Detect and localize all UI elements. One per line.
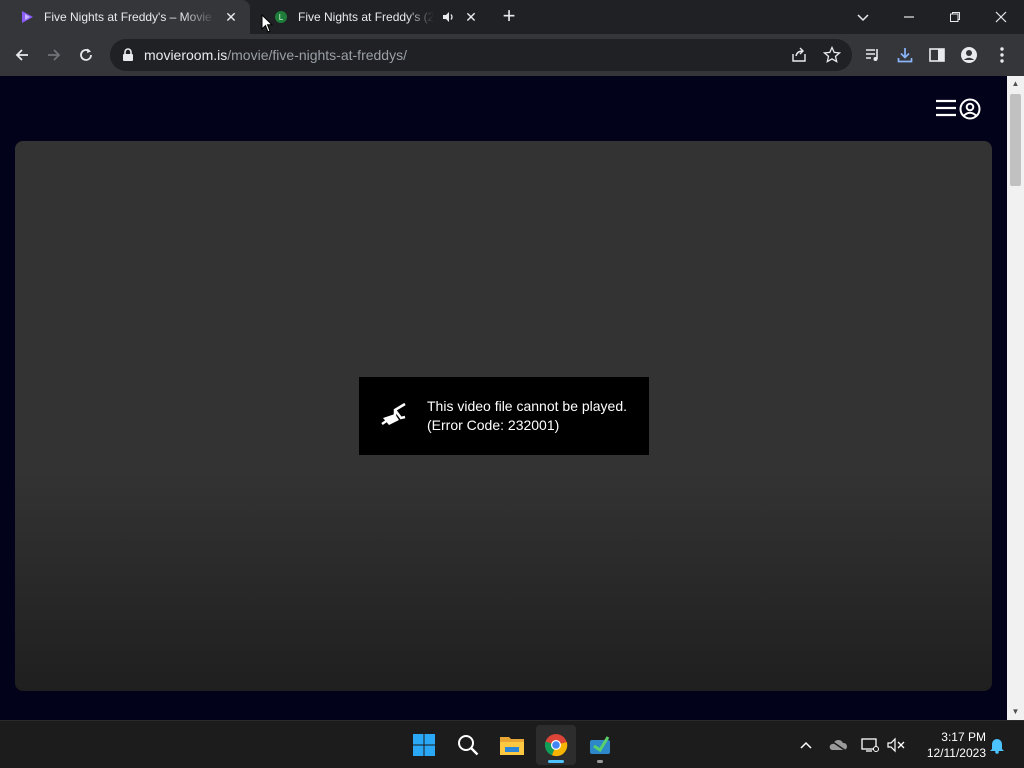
player-error-message: This video file cannot be played. (Error… bbox=[427, 397, 627, 435]
tab-title: Five Nights at Freddy's – Movie Room bbox=[44, 10, 216, 24]
url-path: /movie/five-nights-at-freddys/ bbox=[227, 47, 407, 63]
tab-movie-room[interactable]: Five Nights at Freddy's – Movie Room ✕ bbox=[0, 0, 250, 34]
chrome-taskbar-button[interactable] bbox=[536, 725, 576, 765]
video-error-icon bbox=[381, 402, 406, 426]
side-panel-button[interactable] bbox=[923, 41, 951, 69]
web-page: This video file cannot be played. (Error… bbox=[0, 76, 1007, 720]
start-button[interactable] bbox=[404, 725, 444, 765]
scrollbar-thumb[interactable] bbox=[1010, 94, 1021, 186]
taskbar-clock[interactable]: 3:17 PM 12/11/2023 bbox=[914, 729, 986, 761]
kebab-menu-icon bbox=[1000, 47, 1004, 63]
speaker-icon[interactable] bbox=[440, 9, 456, 25]
folder-icon bbox=[500, 737, 524, 755]
snipping-tool-button[interactable] bbox=[580, 725, 620, 765]
search-icon bbox=[458, 735, 479, 756]
restore-button[interactable] bbox=[932, 0, 978, 34]
error-code: (Error Code: 232001) bbox=[427, 417, 560, 433]
downloads-button[interactable] bbox=[891, 41, 919, 69]
chevron-up-icon bbox=[800, 741, 812, 749]
arrow-right-icon bbox=[48, 49, 61, 61]
close-tab-icon[interactable]: ✕ bbox=[222, 8, 240, 26]
taskbar-search-button[interactable] bbox=[448, 725, 488, 765]
minimize-button[interactable] bbox=[886, 0, 932, 34]
address-bar[interactable]: movieroom.is/movie/five-nights-at-freddy… bbox=[110, 39, 852, 71]
back-button[interactable] bbox=[8, 41, 36, 69]
forward-button[interactable] bbox=[40, 41, 68, 69]
profile-avatar-icon bbox=[961, 47, 977, 63]
page-scrollbar[interactable]: ▲ ▼ bbox=[1007, 76, 1024, 720]
browser-window: Five Nights at Freddy's – Movie Room ✕ L… bbox=[0, 0, 1024, 720]
mouse-pointer-icon bbox=[261, 13, 274, 39]
running-app-indicator bbox=[597, 760, 603, 763]
url-host: movieroom.is bbox=[144, 47, 228, 63]
snipping-tool-icon bbox=[590, 736, 610, 754]
windows-taskbar: 3:17 PM 12/11/2023 bbox=[0, 720, 1024, 768]
tab-fnaf-2023[interactable]: L Five Nights at Freddy's (2023) ✕ bbox=[254, 0, 490, 34]
windows-logo-icon bbox=[413, 734, 435, 756]
chrome-menu-button[interactable] bbox=[988, 41, 1016, 69]
close-window-button[interactable] bbox=[978, 0, 1024, 34]
onedrive-tray-icon[interactable] bbox=[826, 733, 850, 757]
file-explorer-button[interactable] bbox=[492, 725, 532, 765]
site-header bbox=[0, 76, 1007, 140]
clock-date: 12/11/2023 bbox=[926, 746, 986, 760]
new-tab-button[interactable]: + bbox=[499, 5, 519, 27]
hamburger-menu-icon[interactable] bbox=[935, 98, 957, 123]
arrow-left-icon bbox=[15, 49, 28, 61]
side-panel-icon bbox=[929, 48, 945, 62]
show-hidden-icons-button[interactable] bbox=[794, 733, 818, 757]
clock-time: 3:17 PM bbox=[941, 730, 986, 744]
video-player[interactable]: This video file cannot be played. (Error… bbox=[15, 141, 992, 691]
tab-strip: Five Nights at Freddy's – Movie Room ✕ L… bbox=[0, 0, 1024, 34]
download-icon bbox=[897, 48, 913, 63]
lock-icon[interactable] bbox=[122, 48, 134, 62]
user-account-icon[interactable] bbox=[959, 98, 981, 125]
svg-text:L: L bbox=[279, 13, 284, 22]
browser-toolbar: movieroom.is/movie/five-nights-at-freddy… bbox=[0, 34, 1024, 76]
network-tray-icon[interactable] bbox=[858, 733, 882, 757]
notification-bell-icon[interactable] bbox=[985, 733, 1009, 757]
minimize-icon bbox=[904, 16, 914, 18]
playlist-music-icon bbox=[866, 49, 878, 61]
active-app-indicator bbox=[548, 760, 564, 763]
close-icon bbox=[995, 11, 1007, 23]
restore-icon bbox=[950, 12, 960, 22]
url-text[interactable]: movieroom.is/movie/five-nights-at-freddy… bbox=[144, 47, 407, 63]
scroll-up-arrow-icon[interactable]: ▲ bbox=[1011, 79, 1020, 88]
tab-search-button[interactable] bbox=[840, 0, 886, 34]
chevron-down-icon bbox=[857, 14, 869, 22]
reload-button[interactable] bbox=[72, 41, 100, 69]
bookmark-star-icon[interactable] bbox=[822, 45, 842, 69]
player-error-box: This video file cannot be played. (Error… bbox=[359, 377, 649, 455]
scroll-down-arrow-icon[interactable]: ▼ bbox=[1011, 707, 1020, 716]
chrome-logo-icon bbox=[544, 734, 568, 757]
error-message-line: This video file cannot be played. bbox=[427, 398, 628, 414]
close-tab-icon[interactable]: ✕ bbox=[462, 8, 480, 26]
site-favicon-icon: L bbox=[274, 10, 288, 24]
movie-room-favicon-icon bbox=[20, 10, 34, 24]
reload-icon bbox=[80, 48, 92, 61]
volume-muted-icon[interactable] bbox=[884, 733, 908, 757]
tab-title: Five Nights at Freddy's (2023) bbox=[298, 10, 434, 24]
profile-button[interactable] bbox=[955, 41, 983, 69]
share-icon[interactable] bbox=[790, 46, 808, 69]
media-control-button[interactable] bbox=[859, 41, 887, 69]
